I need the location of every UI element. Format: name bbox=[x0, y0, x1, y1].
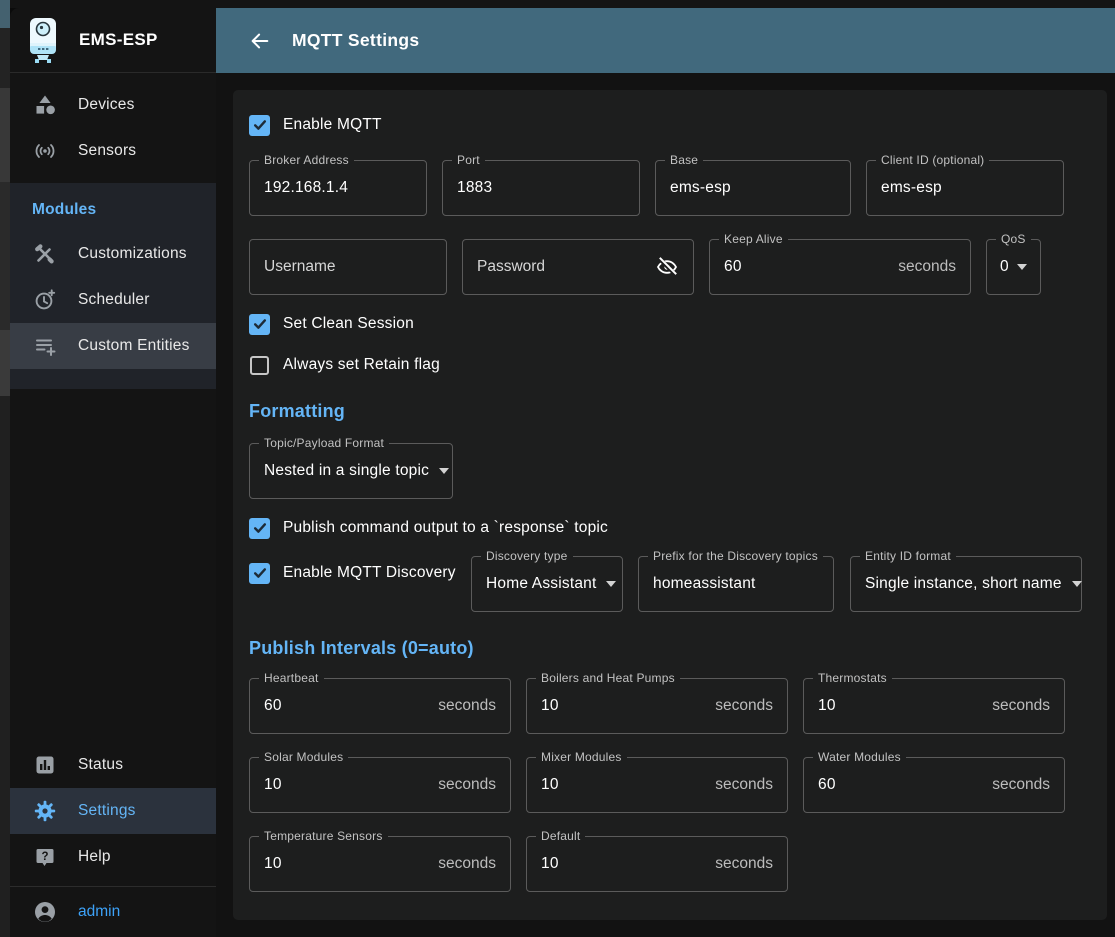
edge-segment bbox=[0, 182, 10, 330]
username-field[interactable]: Username bbox=[249, 239, 447, 295]
sidebar-nav-top: Devices Sensors bbox=[10, 73, 216, 183]
svg-text:?: ? bbox=[41, 851, 48, 863]
base-field[interactable]: Base ems-esp bbox=[655, 160, 851, 216]
app-logo-row: EMS-ESP bbox=[10, 8, 216, 73]
sidebar-item-label: Customizations bbox=[78, 245, 187, 263]
sidebar-item-label: Status bbox=[78, 756, 123, 774]
temperature-sensors-interval-field[interactable]: Temperature Sensors 10 seconds bbox=[249, 836, 511, 892]
appbar: MQTT Settings bbox=[216, 8, 1115, 73]
mqtt-discovery-checkbox-row[interactable]: Enable MQTT Discovery bbox=[249, 561, 471, 585]
enable-mqtt-checkbox-row[interactable]: Enable MQTT bbox=[249, 113, 1091, 137]
topic-format-select[interactable]: Topic/Payload Format Nested in a single … bbox=[249, 443, 453, 499]
chevron-down-icon bbox=[1017, 264, 1027, 270]
discovery-type-select[interactable]: Discovery type Home Assistant bbox=[471, 556, 623, 612]
sidebar-item-settings[interactable]: Settings bbox=[10, 788, 216, 834]
sidebar-item-custom-entities[interactable]: Custom Entities bbox=[10, 323, 216, 369]
keep-alive-field[interactable]: Keep Alive 60 seconds bbox=[709, 239, 971, 295]
port-field[interactable]: Port 1883 bbox=[442, 160, 640, 216]
thermostats-interval-field[interactable]: Thermostats 10 seconds bbox=[803, 678, 1065, 734]
clean-session-checkbox-row[interactable]: Set Clean Session bbox=[249, 312, 1091, 336]
sidebar-item-label: Sensors bbox=[78, 142, 136, 160]
custom-entities-icon bbox=[33, 334, 57, 358]
boiler-logo-icon bbox=[25, 17, 61, 63]
app-window: EMS-ESP Devices bbox=[0, 0, 1115, 937]
sidebar-item-label: Help bbox=[78, 848, 111, 866]
edge-segment bbox=[0, 330, 10, 396]
status-chart-icon bbox=[33, 753, 57, 777]
chevron-down-icon bbox=[1072, 581, 1082, 587]
entity-id-format-select[interactable]: Entity ID format Single instance, short … bbox=[850, 556, 1082, 612]
qos-select[interactable]: QoS 0 bbox=[986, 239, 1041, 295]
sidebar-item-scheduler[interactable]: Scheduler bbox=[10, 277, 216, 323]
account-circle-icon bbox=[33, 900, 57, 924]
sidebar-modules-section: Modules Customizations bbox=[10, 183, 216, 389]
client-id-field[interactable]: Client ID (optional) ems-esp bbox=[866, 160, 1064, 216]
sidebar-item-help[interactable]: ? Help bbox=[10, 834, 216, 880]
sidebar-user-admin[interactable]: admin bbox=[10, 887, 216, 937]
formatting-section-title: Formatting bbox=[249, 401, 1091, 422]
devices-icon bbox=[33, 93, 57, 117]
sidebar-item-label: Scheduler bbox=[78, 291, 150, 309]
checkbox-checked-icon[interactable] bbox=[249, 563, 270, 584]
boilers-interval-field[interactable]: Boilers and Heat Pumps 10 seconds bbox=[526, 678, 788, 734]
checkbox-checked-icon[interactable] bbox=[249, 314, 270, 335]
sidebar-item-label: Devices bbox=[78, 96, 135, 114]
sensors-icon bbox=[33, 139, 57, 163]
window-top-edge bbox=[10, 0, 1115, 8]
checkbox-unchecked-icon[interactable] bbox=[250, 356, 269, 375]
sidebar-item-devices[interactable]: Devices bbox=[10, 82, 216, 128]
heartbeat-interval-field[interactable]: Heartbeat 60 seconds bbox=[249, 678, 511, 734]
sidebar-item-status[interactable]: Status bbox=[10, 742, 216, 788]
retain-flag-checkbox-row[interactable]: Always set Retain flag bbox=[249, 353, 1091, 377]
sidebar-item-label: Custom Entities bbox=[78, 337, 190, 355]
broker-address-field[interactable]: Broker Address 192.168.1.4 bbox=[249, 160, 427, 216]
scheduler-clock-icon bbox=[33, 288, 57, 312]
sidebar-item-customizations[interactable]: Customizations bbox=[10, 231, 216, 277]
app-name: EMS-ESP bbox=[79, 30, 158, 50]
publish-response-checkbox-row[interactable]: Publish command output to a `response` t… bbox=[249, 516, 1091, 540]
water-interval-field[interactable]: Water Modules 60 seconds bbox=[803, 757, 1065, 813]
chevron-down-icon bbox=[606, 581, 616, 587]
publish-intervals-grid: Heartbeat 60 seconds Boilers and Heat Pu… bbox=[249, 678, 1091, 892]
checkbox-checked-icon[interactable] bbox=[249, 518, 270, 539]
sidebar-nav-bottom: Status bbox=[10, 742, 216, 886]
password-field[interactable]: Password bbox=[462, 239, 694, 295]
sidebar-item-label: Settings bbox=[78, 802, 136, 820]
settings-card: Enable MQTT Broker Address 192.168.1.4 P… bbox=[233, 90, 1107, 920]
settings-gear-icon bbox=[33, 799, 57, 823]
sidebar-spacer bbox=[10, 389, 216, 742]
help-icon: ? bbox=[33, 845, 57, 869]
mixer-interval-field[interactable]: Mixer Modules 10 seconds bbox=[526, 757, 788, 813]
checkbox-checked-icon[interactable] bbox=[249, 115, 270, 136]
chevron-down-icon bbox=[439, 468, 449, 474]
page-title: MQTT Settings bbox=[292, 30, 419, 51]
window-left-edge bbox=[0, 0, 10, 937]
publish-intervals-section-title: Publish Intervals (0=auto) bbox=[249, 638, 1091, 659]
discovery-prefix-field[interactable]: Prefix for the Discovery topics homeassi… bbox=[638, 556, 834, 612]
edge-segment bbox=[0, 396, 10, 937]
admin-link-label: admin bbox=[78, 903, 120, 921]
modules-section-header: Modules bbox=[10, 193, 216, 231]
solar-interval-field[interactable]: Solar Modules 10 seconds bbox=[249, 757, 511, 813]
edge-segment bbox=[0, 0, 10, 28]
customizations-icon bbox=[33, 242, 57, 266]
sidebar: EMS-ESP Devices bbox=[10, 8, 216, 937]
password-visibility-icon[interactable] bbox=[655, 255, 679, 279]
default-interval-field[interactable]: Default 10 seconds bbox=[526, 836, 788, 892]
sidebar-item-sensors[interactable]: Sensors bbox=[10, 128, 216, 174]
back-arrow-button[interactable] bbox=[247, 28, 273, 54]
edge-segment bbox=[0, 88, 10, 182]
main-content: Enable MQTT Broker Address 192.168.1.4 P… bbox=[216, 73, 1115, 937]
